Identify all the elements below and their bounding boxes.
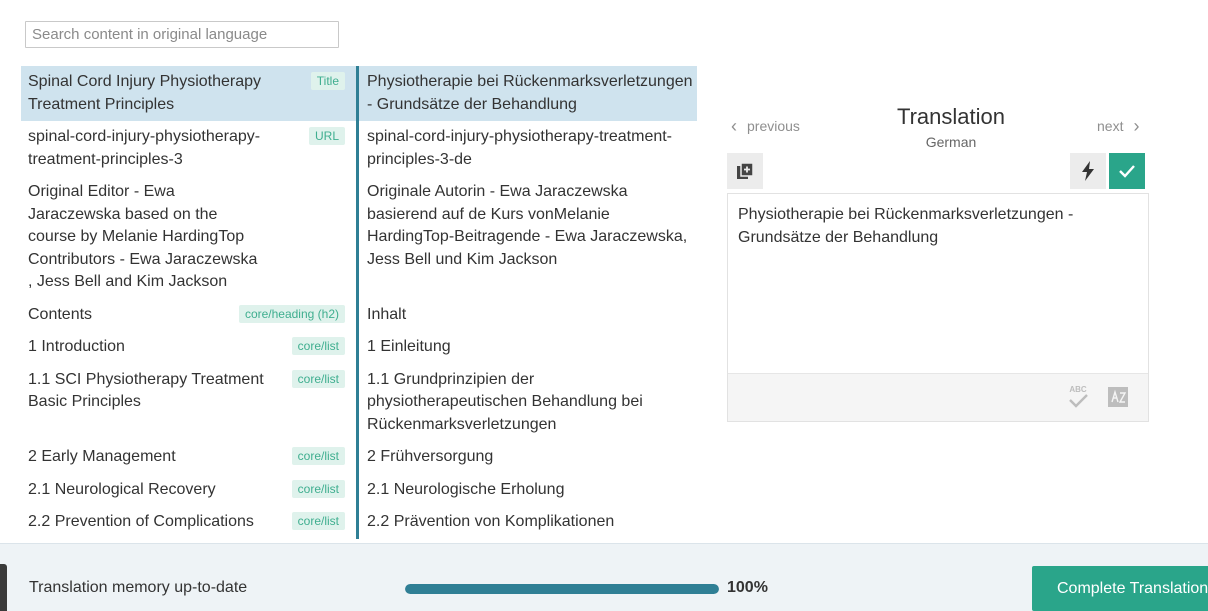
translation-editor: ABC [727,193,1149,422]
segment-row[interactable]: Spinal Cord Injury Physiotherapy Treatme… [21,66,697,121]
segment-type-badge: core/list [291,479,345,498]
next-button[interactable]: next › [1097,116,1140,136]
segment-type-badge: URL [308,127,345,145]
lightning-icon [1082,161,1094,181]
segment-type-badge: core/heading (h2) [238,304,345,323]
segment-source: 2.2 Prevention of Complications core/list [21,506,356,539]
segment-type-badge: Title [310,72,345,90]
sidebar-handle[interactable] [0,564,7,611]
segment-row[interactable]: 1.1 SCI Physiotherapy Treatment Basic Pr… [21,363,697,442]
segment-source: spinal-cord-injury-physiotherapy-treatme… [21,121,356,176]
segment-source: Original Editor - Ewa Jaraczewska based … [28,183,258,290]
segment-target: 2 Frühversorgung [356,441,697,474]
machine-translate-button[interactable] [1070,153,1106,189]
previous-button[interactable]: ‹ previous [731,116,800,136]
segment-source: 1.1 SCI Physiotherapy Treatment Basic Pr… [21,364,356,442]
segment-target: 1 Einleitung [356,331,697,364]
translation-memory-status: Translation memory up-to-date [29,579,248,596]
progress-label: 100% [727,579,768,596]
segment-row[interactable]: Original Editor - Ewa Jaraczewska based … [21,176,697,299]
progress-bar [405,584,719,594]
translation-textarea[interactable] [728,194,1148,374]
segment-row[interactable]: 2 Early Management core/list 2 Frühversorg… [21,441,697,474]
chevron-left-icon: ‹ [731,116,737,136]
panel-title: Translation [896,104,1005,129]
segment-source: 2 Early Management core/list [21,441,356,474]
complete-translation-button[interactable]: Complete Translation [1032,566,1208,611]
spellcheck-label: ABC [1069,385,1087,394]
next-label: next [1097,118,1124,134]
copy-source-icon [737,162,754,179]
editor-toolbar: ABC [728,373,1148,421]
segment-target: Originale Autorin - Ewa Jaraczewska basi… [356,176,697,299]
bottom-status-bar: Translation memory up-to-date 100% Compl… [0,543,1208,611]
sort-az-icon[interactable] [1108,387,1128,407]
progress-fill [405,584,719,594]
segment-target: 2.1 Neurologische Erholung [356,473,697,506]
segment-list: Spinal Cord Injury Physiotherapy Treatme… [21,66,697,544]
checkmark-icon [1119,165,1135,178]
segment-source: Contents core/heading (h2) [21,299,356,332]
segment-target: Physiotherapie bei Rückenmarksverletzung… [356,66,697,121]
segment-row[interactable]: 1 Introduction core/list 1 Einleitung [21,331,697,364]
segment-row[interactable]: 2.1 Neurological Recovery core/list 2.1 Ne… [21,473,697,507]
segment-row[interactable]: Contents core/heading (h2) Inhalt [21,298,697,332]
translation-editor-page: Spinal Cord Injury Physiotherapy Treatme… [0,0,1208,611]
target-language: German [925,134,977,150]
segment-type-badge: core/list [291,447,345,465]
segment-target: Inhalt [356,298,697,331]
segment-target: 2.2 Prävention von Komplikationen [356,506,697,539]
segment-row[interactable]: spinal-cord-injury-physiotherapy-treatme… [21,121,697,176]
confirm-segment-button[interactable] [1109,153,1145,189]
segment-source: 2.1 Neurological Recovery core/list [21,474,356,507]
segment-type-badge: core/list [291,337,345,355]
segment-target: spinal-cord-injury-physiotherapy-treatme… [356,121,697,176]
previous-label: previous [747,118,800,134]
segment-type-badge: core/list [291,369,345,388]
search-input[interactable] [25,21,339,48]
copy-source-button[interactable] [727,153,763,189]
segment-row[interactable]: 2.2 Prevention of Complications core/list… [21,506,697,539]
spellcheck-icon[interactable]: ABC [1067,384,1089,410]
segment-source: Spinal Cord Injury Physiotherapy Treatme… [21,66,356,121]
chevron-right-icon: › [1133,116,1140,136]
segment-target: 1.1 Grundprinzipien der physiotherapeuti… [356,363,697,441]
segment-source: 1 Introduction core/list [21,331,356,364]
segment-type-badge: core/list [291,512,345,530]
